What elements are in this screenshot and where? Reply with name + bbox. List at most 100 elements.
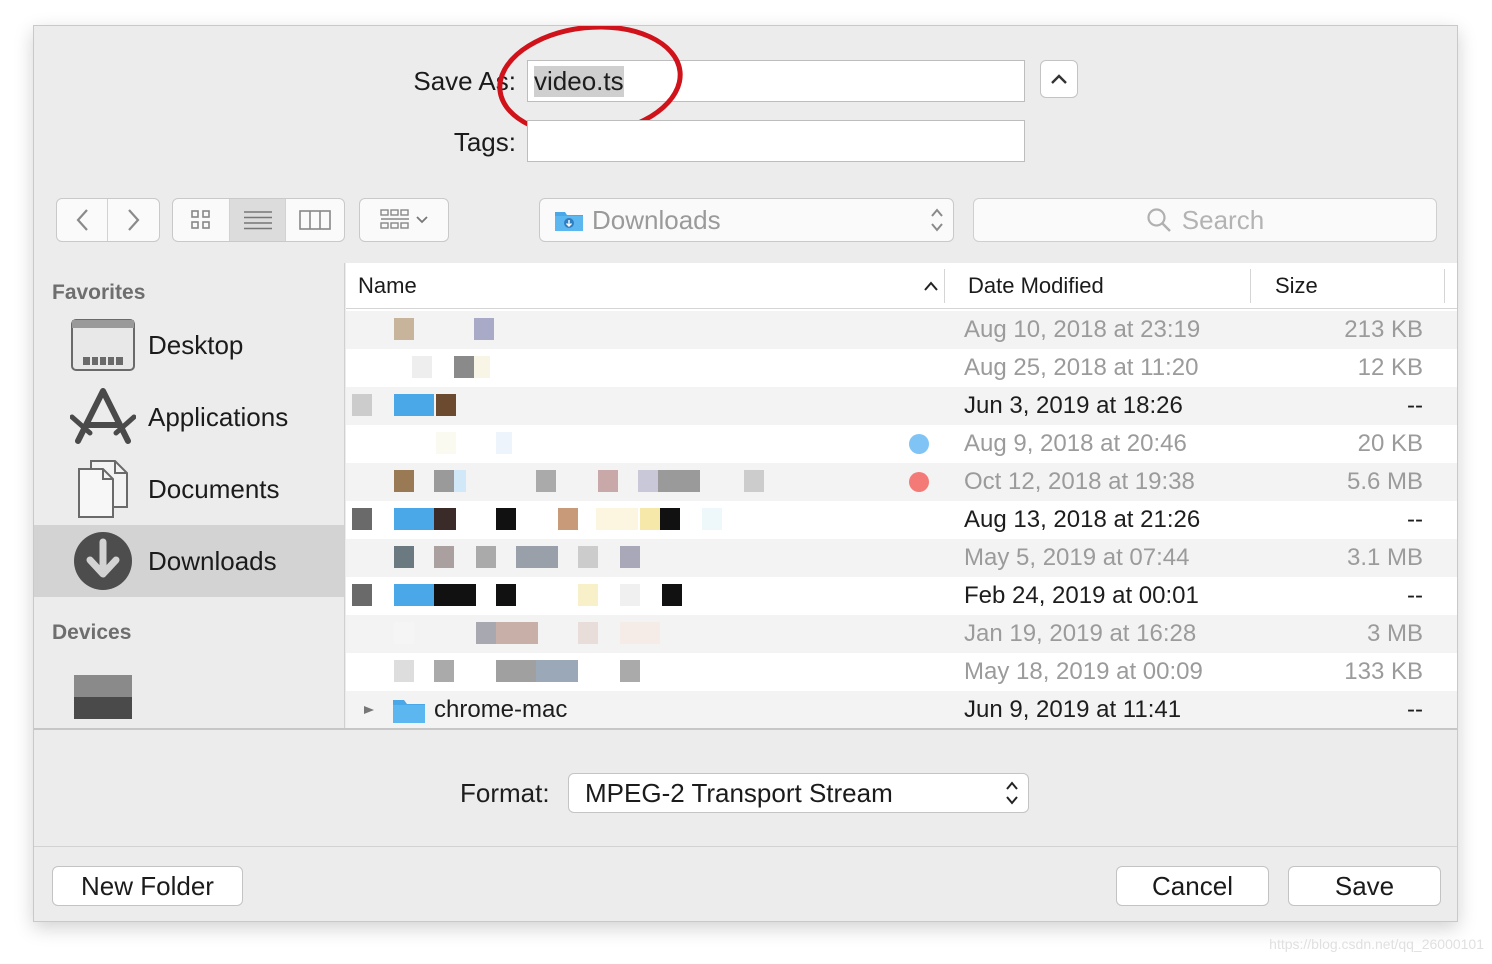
table-row[interactable]: chrome-mac Jun 9, 2019 at 11:41 -- <box>346 691 1457 729</box>
pixel-block <box>596 508 638 530</box>
table-row[interactable]: May 5, 2019 at 07:44 3.1 MB <box>346 539 1457 577</box>
disclosure-triangle-icon[interactable] <box>362 703 376 717</box>
updown-arrows-icon <box>1006 781 1018 805</box>
pixel-block <box>454 470 466 492</box>
pixel-block <box>578 584 598 606</box>
pixel-block <box>476 622 496 644</box>
pixel-block <box>620 584 640 606</box>
pixel-block <box>434 508 456 530</box>
pixel-block <box>394 584 434 606</box>
date-modified: Aug 13, 2018 at 21:26 <box>964 506 1201 533</box>
folder-row-name: chrome-mac <box>362 691 567 729</box>
date-modified: Jan 19, 2019 at 16:28 <box>964 620 1197 647</box>
sidebar-item-applications[interactable]: Applications <box>34 381 344 453</box>
format-popup[interactable]: MPEG-2 Transport Stream <box>568 773 1029 813</box>
sidebar-item-desktop-label: Desktop <box>148 329 244 360</box>
sidebar-item-device[interactable] <box>34 661 344 733</box>
tags-label: Tags: <box>453 127 516 157</box>
sidebar-item-documents-label: Documents <box>148 473 280 504</box>
favorites-heading: Favorites <box>52 281 146 304</box>
pixel-block <box>352 508 372 530</box>
column-date-label: Date Modified <box>968 273 1104 298</box>
pixelated-file-name <box>346 311 806 349</box>
column-size-label: Size <box>1275 273 1318 298</box>
format-label: Format: <box>460 778 550 808</box>
pixelated-file-name <box>346 577 806 615</box>
pixelated-file-name <box>346 387 806 425</box>
save-dialog: Save As: video.ts Tags: Downloads Search… <box>33 25 1458 922</box>
pixelated-file-name <box>346 463 806 501</box>
pixelated-file-name <box>346 349 806 387</box>
table-row[interactable]: Aug 10, 2018 at 23:19 213 KB <box>346 311 1457 349</box>
pixel-block <box>434 470 454 492</box>
column-header-size[interactable]: Size <box>1275 263 1318 309</box>
pixel-block <box>394 660 414 682</box>
chevron-down-icon <box>416 216 428 224</box>
pixel-block <box>744 470 764 492</box>
table-row[interactable]: Jan 19, 2019 at 16:28 3 MB <box>346 615 1457 653</box>
pixel-block <box>394 394 434 416</box>
pixel-block <box>536 470 556 492</box>
pixel-block <box>558 508 578 530</box>
sidebar: Favorites Desktop Applications Documents… <box>34 263 345 728</box>
back-button[interactable] <box>57 199 109 241</box>
table-row[interactable]: Aug 13, 2018 at 21:26 -- <box>346 501 1457 539</box>
table-row[interactable]: May 18, 2019 at 00:09 133 KB <box>346 653 1457 691</box>
table-row[interactable]: Feb 24, 2019 at 00:01 -- <box>346 577 1457 615</box>
forward-button[interactable] <box>108 199 159 241</box>
file-size: 20 KB <box>1357 430 1423 457</box>
tags-field[interactable] <box>527 120 1025 162</box>
search-placeholder: Search <box>1181 204 1265 235</box>
pixel-block <box>394 470 414 492</box>
date-modified: Aug 25, 2018 at 11:20 <box>964 354 1199 381</box>
save-button[interactable]: Save <box>1288 866 1441 906</box>
view-mode-selector <box>172 198 345 242</box>
date-modified: May 18, 2019 at 00:09 <box>964 658 1203 685</box>
list-view-button[interactable] <box>230 199 286 241</box>
documents-icon <box>70 459 136 519</box>
updown-arrows-icon <box>931 208 943 232</box>
icon-view-button[interactable] <box>173 199 231 241</box>
location-popup[interactable]: Downloads <box>539 198 954 242</box>
table-row[interactable]: Jun 3, 2019 at 18:26 -- <box>346 387 1457 425</box>
new-folder-button[interactable]: New Folder <box>52 866 243 906</box>
save-as-label: Save As: <box>413 66 516 96</box>
sidebar-item-desktop[interactable]: Desktop <box>34 309 344 381</box>
pixel-block <box>436 394 456 416</box>
filename-value: video.ts <box>534 65 624 97</box>
table-row[interactable]: Aug 25, 2018 at 11:20 12 KB <box>346 349 1457 387</box>
pixel-block <box>434 584 476 606</box>
column-header-date[interactable]: Date Modified <box>968 263 1104 309</box>
expand-dialog-button[interactable] <box>1040 60 1078 98</box>
table-row[interactable]: Oct 12, 2018 at 19:38 5.6 MB <box>346 463 1457 501</box>
pixel-block <box>352 584 372 606</box>
sidebar-item-downloads[interactable]: Downloads <box>34 525 344 597</box>
column-header-name[interactable]: Name <box>358 263 938 309</box>
pixel-block <box>394 546 414 568</box>
file-size: 213 KB <box>1344 316 1423 343</box>
arrange-menu-button[interactable] <box>359 198 449 242</box>
pixel-block <box>496 508 516 530</box>
hard-drive-icon <box>70 667 136 727</box>
pixel-block <box>394 508 434 530</box>
pixel-block <box>496 660 538 682</box>
grid-icon <box>191 210 210 229</box>
color-tag-dot <box>909 434 929 454</box>
date-modified: Jun 3, 2019 at 18:26 <box>964 392 1183 419</box>
pixel-block <box>658 470 700 492</box>
pixel-block <box>638 470 658 492</box>
watermark: https://blog.csdn.net/qq_26000101 <box>1269 936 1484 952</box>
table-row[interactable]: Aug 9, 2018 at 20:46 20 KB <box>346 425 1457 463</box>
filename-field[interactable]: video.ts <box>527 60 1025 102</box>
chevron-left-icon <box>76 209 88 231</box>
date-modified: Feb 24, 2019 at 00:01 <box>964 582 1199 609</box>
devices-heading: Devices <box>52 621 132 644</box>
pixelated-file-name <box>346 653 806 691</box>
cancel-button[interactable]: Cancel <box>1116 866 1269 906</box>
list-icon <box>243 211 272 230</box>
search-field[interactable]: Search <box>973 198 1437 242</box>
sidebar-item-documents[interactable]: Documents <box>34 453 344 525</box>
column-view-button[interactable] <box>286 199 344 241</box>
pixel-block <box>620 622 660 644</box>
column-separator <box>1250 269 1251 303</box>
